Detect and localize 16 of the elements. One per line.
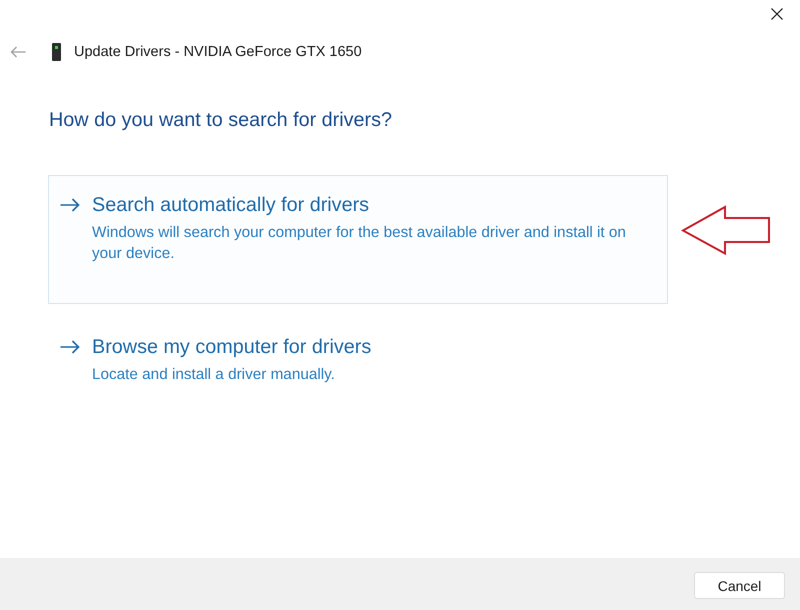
option-description: Windows will search your computer for the best available driver and install it on your device. — [92, 223, 627, 264]
back-arrow-icon — [10, 46, 26, 58]
command-link[interactable]: Search automatically for drivers Windows will search your computer for the best available driver and install it on your device. — [48, 175, 668, 304]
graphics-card-icon — [52, 43, 61, 61]
arrow-right-icon — [60, 340, 80, 354]
option-title: Browse my computer for drivers — [92, 335, 372, 359]
option-title: Search automatically for drivers — [92, 193, 370, 217]
cancel-button[interactable]: Cancel — [694, 572, 785, 599]
back-button[interactable] — [10, 45, 26, 59]
command-link[interactable]: Browse my computer for drivers Locate and install a driver manually. — [48, 317, 668, 386]
option-description: Locate and install a driver manually. — [92, 365, 336, 385]
arrow-right-icon — [60, 198, 80, 212]
main-heading: How do you want to search for drivers? — [49, 108, 394, 133]
left-arrow-icon — [681, 205, 772, 255]
window-title: Update Drivers - NVIDIA GeForce GTX 1650 — [74, 44, 362, 60]
close-icon — [771, 8, 783, 20]
